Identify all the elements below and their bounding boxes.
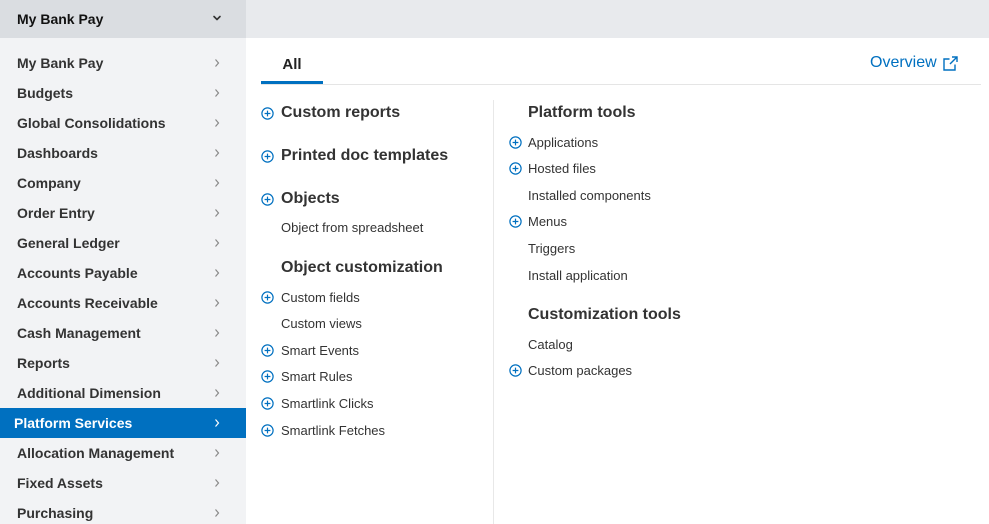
company-selector[interactable]: My Bank Pay [0,0,246,38]
chevron-right-icon [215,479,220,487]
triggers-link[interactable]: Triggers [528,241,575,256]
chevron-right-icon [215,509,220,517]
plus-circle-icon[interactable] [509,162,522,175]
catalog-link[interactable]: Catalog [528,337,573,352]
chevron-right-icon [215,59,220,67]
sidebar-item-label: My Bank Pay [17,55,104,71]
chevron-right-icon [215,209,220,217]
hosted-files-link[interactable]: Hosted files [528,161,596,176]
chevron-right-icon [215,449,220,457]
chevron-right-icon [215,299,220,307]
tab-all[interactable]: All [261,53,323,84]
chevron-down-icon [213,15,221,21]
plus-circle-icon[interactable] [509,136,522,149]
sidebar-item-label: Company [17,175,81,191]
sidebar-item-fixed-assets[interactable]: Fixed Assets [0,468,246,498]
custom-packages-link[interactable]: Custom packages [528,363,632,378]
chevron-right-icon [215,269,220,277]
chevron-right-icon [215,179,220,187]
object-from-spreadsheet-link[interactable]: Object from spreadsheet [281,220,423,235]
chevron-right-icon [215,419,220,427]
plus-circle-icon[interactable] [509,215,522,228]
sidebar-item-general-ledger[interactable]: General Ledger [0,228,246,258]
external-link-icon [942,55,958,71]
sidebar-item-order-entry[interactable]: Order Entry [0,198,246,228]
sidebar-item-cash-management[interactable]: Cash Management [0,318,246,348]
sidebar-item-label: Reports [17,355,70,371]
sidebar-item-label: Global Consolidations [17,115,166,131]
custom-reports-link[interactable]: Custom reports [281,104,400,122]
plus-circle-icon[interactable] [261,370,274,383]
chevron-right-icon [215,89,220,97]
custom-fields-link[interactable]: Custom fields [281,290,360,305]
sidebar-item-label: Order Entry [17,205,95,221]
smartlink-fetches-link[interactable]: Smartlink Fetches [281,423,385,438]
sidebar-item-label: Fixed Assets [17,475,103,491]
sidebar-item-label: General Ledger [17,235,120,251]
sidebar-item-platform-services[interactable]: Platform Services [0,408,246,438]
sidebar-item-purchasing[interactable]: Purchasing [0,498,246,524]
sidebar-item-label: Platform Services [14,415,133,431]
sidebar-item-company[interactable]: Company [0,168,246,198]
customization-tools-heading: Customization tools [528,306,681,323]
printed-doc-templates-link[interactable]: Printed doc templates [281,147,448,165]
chevron-right-icon [215,389,220,397]
sidebar-item-global-consolidations[interactable]: Global Consolidations [0,108,246,138]
plus-circle-icon[interactable] [509,364,522,377]
main-panel: All Overview Custom reports Printed doc … [246,38,989,524]
overview-label: Overview [870,54,937,71]
sidebar-item-dashboards[interactable]: Dashboards [0,138,246,168]
sidebar: My Bank Pay Budgets Global Consolidation… [0,38,246,524]
chevron-right-icon [215,239,220,247]
sidebar-item-label: Dashboards [17,145,98,161]
chevron-right-icon [215,359,220,367]
plus-circle-icon[interactable] [261,107,274,120]
sidebar-item-accounts-receivable[interactable]: Accounts Receivable [0,288,246,318]
plus-circle-icon[interactable] [261,397,274,410]
sidebar-item-label: Accounts Payable [17,265,138,281]
sidebar-item-accounts-payable[interactable]: Accounts Payable [0,258,246,288]
tab-label: All [282,56,302,73]
smartlink-clicks-link[interactable]: Smartlink Clicks [281,396,373,411]
sidebar-item-label: Additional Dimension [17,385,161,401]
plus-circle-icon[interactable] [261,193,274,206]
objects-link[interactable]: Objects [281,190,340,208]
plus-circle-icon[interactable] [261,291,274,304]
company-name: My Bank Pay [17,11,104,27]
chevron-right-icon [215,119,220,127]
plus-circle-icon[interactable] [261,150,274,163]
menus-link[interactable]: Menus [528,214,567,229]
sidebar-item-label: Cash Management [17,325,141,341]
install-application-link[interactable]: Install application [528,268,628,283]
plus-circle-icon[interactable] [261,344,274,357]
column-divider [493,100,494,524]
sidebar-item-label: Allocation Management [17,445,175,461]
installed-components-link[interactable]: Installed components [528,188,651,203]
sidebar-item-my-bank-pay[interactable]: My Bank Pay [0,48,246,78]
tabs-divider [261,84,981,85]
object-customization-heading: Object customization [281,259,443,276]
sidebar-item-label: Accounts Receivable [17,295,158,311]
sidebar-item-allocation-management[interactable]: Allocation Management [0,438,246,468]
smart-rules-link[interactable]: Smart Rules [281,369,353,384]
sidebar-item-reports[interactable]: Reports [0,348,246,378]
plus-circle-icon[interactable] [261,424,274,437]
sidebar-item-budgets[interactable]: Budgets [0,78,246,108]
platform-tools-heading: Platform tools [528,104,636,121]
custom-views-link[interactable]: Custom views [281,316,362,331]
sidebar-item-additional-dimension[interactable]: Additional Dimension [0,378,246,408]
chevron-right-icon [215,329,220,337]
applications-link[interactable]: Applications [528,135,598,150]
sidebar-item-label: Budgets [17,85,73,101]
smart-events-link[interactable]: Smart Events [281,343,359,358]
chevron-right-icon [215,149,220,157]
sidebar-item-label: Purchasing [17,505,94,521]
overview-link[interactable]: Overview [870,54,959,72]
